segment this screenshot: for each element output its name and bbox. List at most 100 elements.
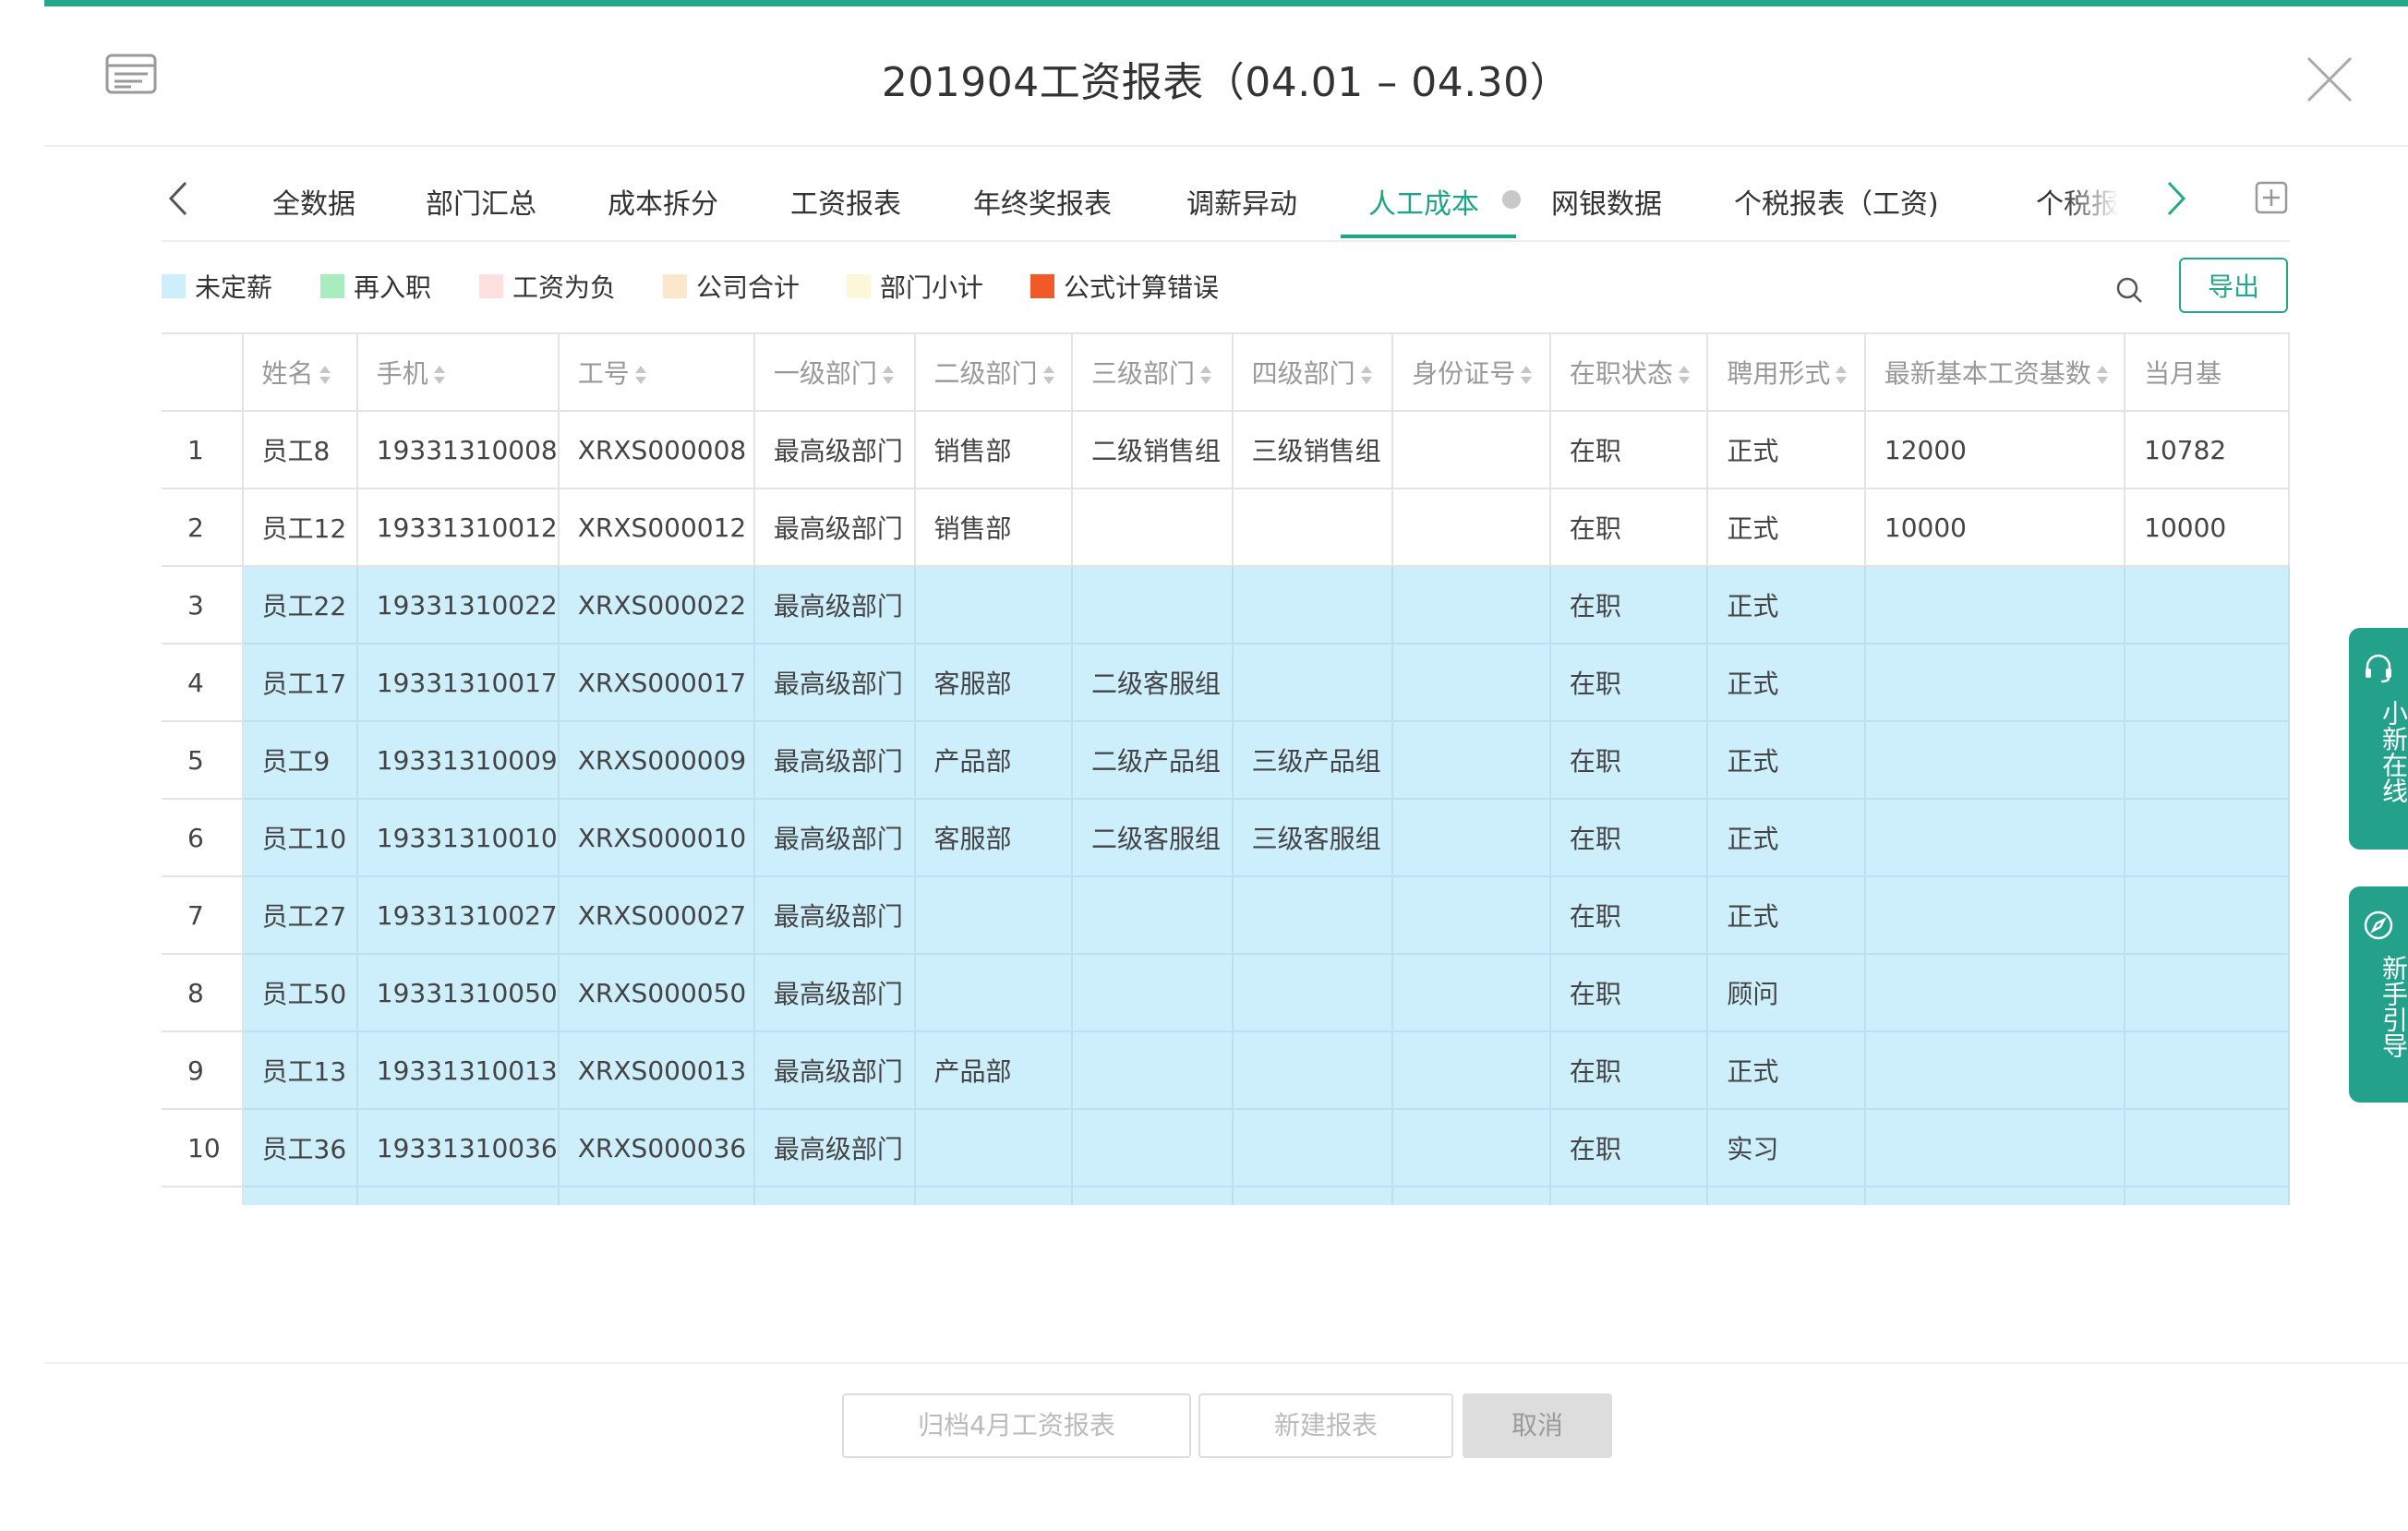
table-cell [1864, 1031, 2126, 1110]
row-index-cell: 1 [162, 411, 244, 489]
table-cell [2125, 721, 2290, 800]
table-cell [1232, 566, 1394, 645]
table-cell: 二级销售组 [1072, 411, 1234, 489]
tab-salary-report[interactable]: 工资报表 [790, 181, 901, 222]
table-cell: XRXS000010 [558, 799, 755, 877]
archive-report-button[interactable]: 归档4月工资报表 [842, 1393, 1191, 1458]
tab-tax-report-salary[interactable]: 个税报表（工资) [1734, 181, 1939, 222]
table-cell [1232, 954, 1394, 1032]
table-cell: 在职 [1549, 644, 1709, 722]
table-cell [1072, 1187, 1234, 1205]
column-header[interactable]: 聘用形式 [1707, 332, 1866, 412]
sort-icon[interactable] [432, 364, 447, 386]
close-icon[interactable] [2297, 47, 2362, 112]
table-row[interactable]: 8 员工50 19331310050 XRXS000050 最高级部门 在职 顾问 [162, 954, 2290, 1032]
table-cell: XRXS000012 [558, 488, 755, 567]
table-row[interactable]: 5 员工9 19331310009 XRXS000009 最高级部门 产品部 二级产品组 三级… [162, 721, 2290, 800]
sort-icon[interactable] [1198, 364, 1213, 386]
row-index-cell: 6 [162, 799, 244, 877]
sort-icon[interactable] [881, 364, 896, 386]
add-tab-icon[interactable] [2255, 181, 2288, 214]
table-cell: 最高级部门 [753, 411, 916, 489]
sort-icon[interactable] [1359, 364, 1374, 386]
online-support-widget[interactable]: 小新在线 [2349, 628, 2408, 850]
column-header[interactable]: 工号 [558, 332, 755, 412]
table-cell [753, 1187, 916, 1205]
table-cell [558, 1187, 755, 1205]
table-row[interactable]: 3 员工22 19331310022 XRXS000022 最高级部门 在职 正式 [162, 566, 2290, 645]
column-header[interactable]: 四级部门 [1232, 332, 1394, 412]
column-header[interactable]: 一级部门 [753, 332, 916, 412]
table-cell [1072, 488, 1234, 567]
table-cell: 员工8 [242, 411, 358, 489]
active-tab-indicator [1341, 235, 1516, 238]
table-cell [1864, 566, 2126, 645]
legend-swatch [663, 274, 687, 298]
cancel-button[interactable]: 取消 [1463, 1393, 1612, 1458]
sort-icon[interactable] [2095, 364, 2110, 386]
chevron-left-icon[interactable] [162, 177, 199, 220]
legend-item: 公司合计 [663, 268, 800, 305]
row-index-cell [162, 1187, 244, 1205]
beginner-guide-widget[interactable]: 新手引导 [2349, 886, 2408, 1103]
table-row[interactable] [162, 1187, 2290, 1205]
table-cell: XRXS000017 [558, 644, 755, 722]
table-cell [1232, 876, 1394, 955]
tab-bank-data[interactable]: 网银数据 [1551, 181, 1662, 222]
sort-icon[interactable] [1041, 364, 1056, 386]
tab-cost-split[interactable]: 成本拆分 [608, 181, 718, 222]
column-header[interactable]: 姓名 [242, 332, 358, 412]
table-row[interactable]: 6 员工10 19331310010 XRXS000010 最高级部门 客服部 二级客服组三… [162, 799, 2290, 877]
chevron-right-icon[interactable] [2156, 177, 2193, 220]
tab-labor-cost[interactable]: 人工成本 [1368, 181, 1479, 222]
column-header[interactable]: 当月基 [2125, 332, 2290, 412]
table-row[interactable]: 4 员工17 19331310017 XRXS000017 最高级部门 客服部 二级客服组 在… [162, 644, 2290, 722]
sort-icon[interactable] [1834, 364, 1848, 386]
table-row[interactable]: 2 员工12 19331310012 XRXS000012 最高级部门 销售部 在职 正式 10… [162, 488, 2290, 567]
table-header-row: 姓名 手机 工号 一级部门 二级部门 三级部门 四级部门 身份证号 在职状态 聘用形式 最新基本工资… [162, 332, 2290, 412]
table-cell: XRXS000013 [558, 1031, 755, 1110]
new-report-button[interactable]: 新建报表 [1198, 1393, 1453, 1458]
table-cell [1864, 644, 2126, 722]
table-cell: 在职 [1549, 488, 1709, 567]
column-header[interactable]: 在职状态 [1549, 332, 1709, 412]
sort-icon[interactable] [1677, 364, 1692, 386]
column-header[interactable]: 最新基本工资基数 [1864, 332, 2126, 412]
sort-icon[interactable] [633, 364, 648, 386]
table-cell: 正式 [1707, 1031, 1866, 1110]
search-icon[interactable] [2113, 273, 2146, 307]
legend-swatch [162, 274, 186, 298]
tab-salary-adjust[interactable]: 调薪异动 [1186, 181, 1297, 222]
column-header[interactable]: 二级部门 [914, 332, 1074, 412]
table-cell: XRXS000027 [558, 876, 755, 955]
column-header[interactable]: 身份证号 [1392, 332, 1551, 412]
table-row[interactable]: 1 员工8 19331310008 XRXS000008 最高级部门 销售部 二级销售组 三级… [162, 411, 2290, 489]
table-cell: 正式 [1707, 876, 1866, 955]
table-cell [2125, 1187, 2290, 1205]
tab-dept-summary[interactable]: 部门汇总 [426, 181, 536, 222]
table-row[interactable]: 7 员工27 19331310027 XRXS000027 最高级部门 在职 正式 [162, 876, 2290, 955]
table-cell [242, 1187, 358, 1205]
table-cell: 最高级部门 [753, 799, 916, 877]
export-button[interactable]: 导出 [2179, 258, 2288, 313]
table-row[interactable]: 10 员工36 19331310036 XRXS000036 最高级部门 在职 实习 [162, 1109, 2290, 1187]
table-cell [1232, 1109, 1394, 1187]
table-cell [1232, 1187, 1394, 1205]
table-cell [1864, 799, 2126, 877]
tab-all-data[interactable]: 全数据 [272, 181, 355, 222]
table-cell: 最高级部门 [753, 721, 916, 800]
table-cell [1392, 566, 1551, 645]
sort-icon[interactable] [318, 364, 332, 386]
table-cell: 19331310022 [356, 566, 560, 645]
table-cell: 三级销售组 [1232, 411, 1394, 489]
table-cell: 客服部 [914, 644, 1074, 722]
headset-icon [2366, 654, 2391, 683]
table-cell: 二级客服组 [1072, 644, 1234, 722]
table-row[interactable]: 9 员工13 19331310013 XRXS000013 最高级部门 产品部 在职 正式 [162, 1031, 2290, 1110]
column-header[interactable]: 手机 [356, 332, 560, 412]
sort-icon[interactable] [1519, 364, 1534, 386]
column-header[interactable]: 三级部门 [1072, 332, 1234, 412]
table-cell: 最高级部门 [753, 876, 916, 955]
tab-year-end-bonus[interactable]: 年终奖报表 [973, 181, 1112, 222]
table-cell [914, 1109, 1074, 1187]
